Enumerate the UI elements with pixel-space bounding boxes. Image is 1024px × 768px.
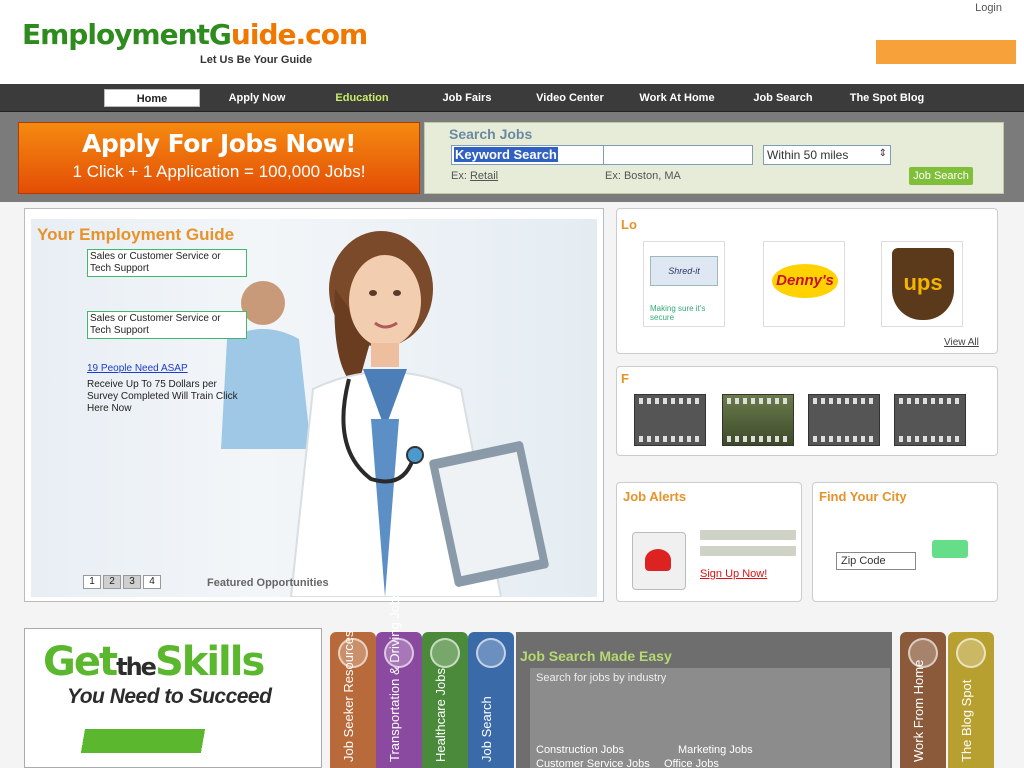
apply-banner[interactable]: Apply For Jobs Now! 1 Click + 1 Applicat… <box>18 122 420 194</box>
feature-pager: 1 2 3 4 <box>83 575 161 589</box>
feature-links: Sales or Customer Service or Tech Suppor… <box>87 249 247 419</box>
green-swoosh <box>25 729 321 753</box>
feature-link-2[interactable]: Sales or Customer Service or Tech Suppor… <box>87 311 247 339</box>
shredit-logo[interactable]: Shred-it Making sure it's secure <box>643 241 725 327</box>
video-thumbnail-1[interactable] <box>634 394 706 446</box>
find-city-panel: Find Your City <box>812 482 998 602</box>
apply-banner-subtitle: 1 Click + 1 Application = 100,000 Jobs! <box>72 162 366 181</box>
nav-home[interactable]: Home <box>104 89 200 107</box>
job-search-panel: Search Jobs Keyword Search Ex: Retail Ex… <box>424 122 1004 194</box>
zip-code-input[interactable]: Zip Code <box>836 552 916 570</box>
feature-link-3[interactable]: 19 People Need ASAP <box>87 363 247 375</box>
site-logo[interactable]: EmploymentGuide.com Let Us Be Your Guide <box>22 18 368 66</box>
logo-text: EmploymentGuide.com <box>22 18 368 51</box>
apply-banner-title: Apply For Jobs Now! <box>81 129 357 158</box>
page-4-button[interactable]: 4 <box>143 575 161 589</box>
skills-subtitle: You Need to Succeed <box>67 685 272 708</box>
get-skills-banner[interactable]: GettheSkills You Need to Succeed <box>24 628 322 768</box>
video-thumbnail-4[interactable] <box>894 394 966 446</box>
job-alerts-heading: Job Alerts <box>623 489 687 504</box>
job-search-made-easy-panel: Job Search Made Easy Search for jobs by … <box>516 632 892 768</box>
tab-healthcare-jobs[interactable]: Healthcare Jobs <box>422 632 468 768</box>
location-example: Ex: Boston, MA <box>605 170 681 182</box>
dennys-logo[interactable]: Denny's <box>763 241 845 327</box>
nav-work-at-home[interactable]: Work At Home <box>628 89 726 107</box>
job-industry-list: Search for jobs by industry Construction… <box>530 668 890 768</box>
view-all-link[interactable]: View All <box>944 337 979 348</box>
keyword-search-input[interactable]: Keyword Search <box>451 145 607 165</box>
find-city-heading: Find Your City <box>819 489 907 504</box>
nav-job-search[interactable]: Job Search <box>746 89 820 107</box>
location-input[interactable] <box>603 145 753 165</box>
marketing-jobs-link[interactable]: Marketing Jobs <box>678 744 753 756</box>
blog-icon <box>956 638 986 668</box>
ups-logo[interactable]: ups <box>881 241 963 327</box>
pencil-icon <box>476 638 506 668</box>
tab-job-seeker-resources[interactable]: Job Seeker Resources <box>330 630 376 768</box>
feature-title: Your Employment Guide <box>37 225 235 244</box>
videos-heading: F <box>621 371 629 386</box>
job-search-button[interactable]: Job Search <box>909 167 973 185</box>
skills-title: GettheSkills <box>43 639 265 685</box>
zip-go-button[interactable] <box>932 540 968 558</box>
page-3-button[interactable]: 3 <box>123 575 141 589</box>
office-jobs-link[interactable]: Office Jobs <box>664 758 719 768</box>
employers-heading: Lo <box>621 217 637 232</box>
alert-description <box>700 530 796 540</box>
page-2-button[interactable]: 2 <box>103 575 121 589</box>
example-retail-link[interactable]: Retail <box>470 170 498 182</box>
tab-job-search[interactable]: Job Search <box>468 632 514 768</box>
feature-panel: Your Employment Guide Sales or Customer … <box>24 208 604 602</box>
chevron-down-icon: ⇕ <box>878 148 887 159</box>
medical-icon <box>430 638 460 668</box>
nav-job-fairs[interactable]: Job Fairs <box>432 89 502 107</box>
industry-intro: Search for jobs by industry <box>536 672 667 684</box>
construction-jobs-link[interactable]: Construction Jobs <box>536 744 624 756</box>
employers-panel: Lo Shred-it Making sure it's secure Denn… <box>616 208 998 354</box>
logo-tagline: Let Us Be Your Guide <box>200 54 313 66</box>
login-link[interactable]: Login <box>975 2 1002 14</box>
alert-bell-icon <box>632 532 686 590</box>
promo-heading <box>876 40 1016 64</box>
header-bar: EmploymentGuide.com Let Us Be Your Guide… <box>0 0 1024 84</box>
video-thumbnail-2[interactable] <box>722 394 794 446</box>
search-title: Search Jobs <box>449 126 533 142</box>
tab-transportation-jobs[interactable]: Transportation & Driving Jobs <box>376 591 422 768</box>
nav-education[interactable]: Education <box>326 89 398 107</box>
signup-link[interactable]: Sign Up Now! <box>700 568 767 580</box>
alert-description-2 <box>700 546 796 556</box>
video-thumbnail-3[interactable] <box>808 394 880 446</box>
feature-link-1[interactable]: Sales or Customer Service or Tech Suppor… <box>87 249 247 277</box>
tab-blog-spot[interactable]: The Blog Spot <box>948 632 994 768</box>
main-nav: Home Apply Now Education Job Fairs Video… <box>0 84 1024 112</box>
page-1-button[interactable]: 1 <box>83 575 101 589</box>
keyword-example: Ex: Retail <box>451 170 499 182</box>
feature-link-4[interactable]: Receive Up To 75 Dollars per Survey Comp… <box>87 379 247 415</box>
radius-select[interactable]: Within 50 miles ⇕ <box>763 145 891 165</box>
nav-spot-blog[interactable]: The Spot Blog <box>838 89 936 107</box>
tab-work-from-home[interactable]: Work From Home <box>900 632 946 768</box>
nav-apply-now[interactable]: Apply Now <box>218 89 296 107</box>
featured-opportunities-heading: Featured Opportunities <box>207 577 329 589</box>
job-search-made-easy-title: Job Search Made Easy <box>520 648 672 664</box>
customer-service-jobs-link[interactable]: Customer Service Jobs <box>536 758 650 768</box>
nav-video-center[interactable]: Video Center <box>524 89 616 107</box>
